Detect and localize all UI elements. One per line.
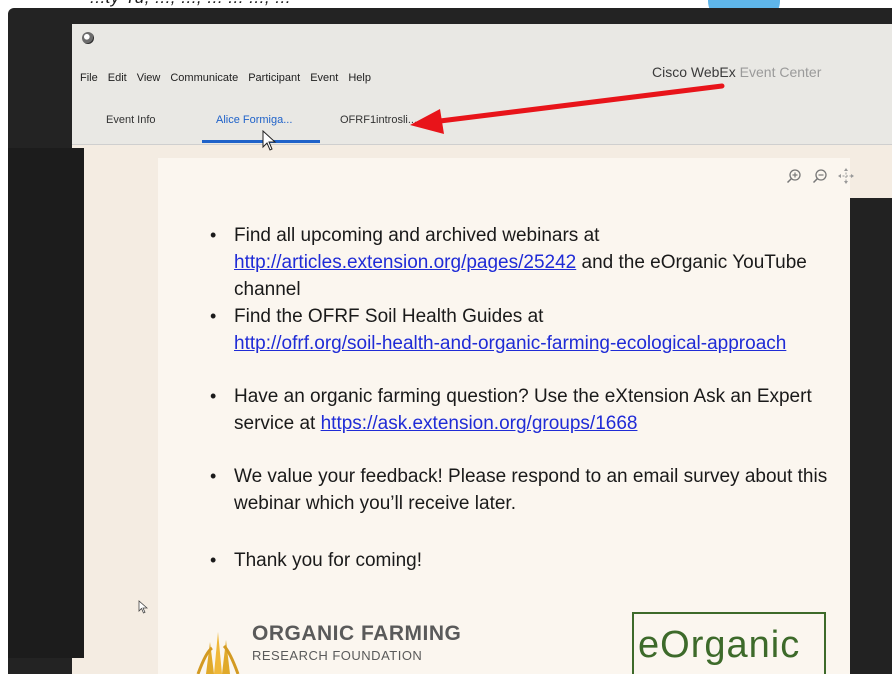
tab-alice-formiga[interactable]: Alice Formiga...	[216, 114, 292, 126]
zoom-out-icon[interactable]	[812, 168, 828, 184]
zoom-in-icon[interactable]	[786, 168, 802, 184]
right-dark-panel	[850, 198, 892, 674]
mouse-cursor-icon	[262, 130, 277, 151]
app-title-faded: Event Center	[739, 64, 822, 80]
eorganic-wordmark: eOrganic	[638, 624, 801, 666]
bullet-feedback: We value your feedback! Please respond t…	[210, 463, 850, 517]
menu-event[interactable]: Event	[310, 72, 338, 92]
ofrf-subtitle: RESEARCH FOUNDATION	[252, 648, 423, 663]
menu-edit[interactable]: Edit	[108, 72, 127, 92]
bullet-thank-you: Thank you for coming!	[210, 547, 850, 574]
menu-communicate[interactable]: Communicate	[170, 72, 238, 92]
bullet-text: Thank you for coming!	[234, 550, 422, 571]
app-title-main: Cisco WebEx	[652, 64, 736, 80]
corn-icon	[196, 632, 240, 674]
bullet-text: Find the OFRF Soil Health Guides at	[234, 306, 544, 327]
ofrf-logo: ORGANIC FARMING RESEARCH FOUNDATION	[196, 620, 496, 674]
bullet-soil-guides: Find the OFRF Soil Health Guides at http…	[210, 303, 850, 357]
menu-participant[interactable]: Participant	[248, 72, 300, 92]
eorganic-logo: eOrganic	[632, 612, 826, 674]
link-ask-extension[interactable]: https://ask.extension.org/groups/1668	[321, 413, 638, 434]
webex-app-icon	[82, 32, 94, 44]
left-dark-panel	[8, 148, 84, 658]
slide-toolbar	[786, 168, 854, 184]
tab-event-info[interactable]: Event Info	[106, 114, 156, 126]
menu-file[interactable]: File	[80, 72, 98, 92]
menu-help[interactable]: Help	[348, 72, 371, 92]
menu-bar: File Edit View Communicate Participant E…	[80, 72, 371, 92]
photo-frame: ...ty Tu, ..., ..., ... ... ..., ... Fil…	[0, 0, 892, 674]
app-title: Cisco WebEx Event Center	[652, 64, 821, 80]
link-webinars[interactable]: http://articles.extension.org/pages/2524…	[234, 252, 576, 273]
bullet-ask-expert: Have an organic farming question? Use th…	[210, 383, 850, 437]
tab-ofrf-intro[interactable]: OFRF1introsli...	[340, 114, 417, 126]
link-soil-health[interactable]: http://ofrf.org/soil-health-and-organic-…	[234, 333, 786, 354]
bullet-text: We value your feedback! Please respond t…	[234, 466, 828, 514]
ofrf-name: ORGANIC FARMING	[252, 622, 462, 645]
bullet-webinars: Find all upcoming and archived webinars …	[210, 222, 850, 303]
menu-view[interactable]: View	[137, 72, 161, 92]
small-cursor-icon	[138, 600, 148, 614]
active-tab-indicator	[202, 140, 320, 143]
bullet-text: Find all upcoming and archived webinars …	[234, 225, 600, 246]
tab-bar: Event Info Alice Formiga... OFRF1introsl…	[72, 108, 892, 138]
slide-bullet-list: Find all upcoming and archived webinars …	[210, 222, 850, 574]
move-icon[interactable]	[838, 168, 854, 184]
